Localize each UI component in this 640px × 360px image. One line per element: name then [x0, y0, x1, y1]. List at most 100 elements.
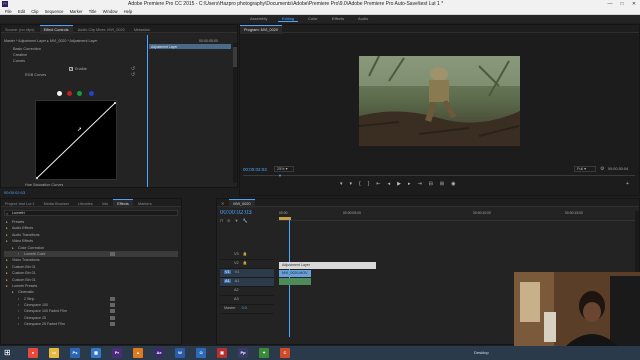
menu-clip[interactable]: Clip [31, 8, 38, 15]
workspace-assembly[interactable]: Assembly [246, 16, 271, 22]
workspace-color[interactable]: Color [304, 16, 322, 22]
tree-item[interactable]: ▪ Cinespace 25 Faded Film [4, 321, 178, 327]
master-volume[interactable]: 0.0 [242, 306, 247, 310]
curve-line[interactable] [36, 101, 116, 179]
taskbar-outlook-icon[interactable]: O [196, 348, 206, 358]
clip-adjustment-layer[interactable]: Adjustment Layer [279, 262, 376, 269]
ec-clip-bar[interactable]: Adjustment Layer [149, 44, 231, 49]
lock-icon[interactable]: 🔒 [243, 261, 248, 265]
channel-red-dot[interactable] [67, 91, 72, 96]
track-v3[interactable]: V3 🔒 [220, 251, 274, 260]
menu-marker[interactable]: Marker [70, 8, 83, 15]
tab-project[interactable]: Project: test Lut 1 [1, 200, 39, 208]
ec-playhead[interactable] [147, 35, 148, 187]
tab-sequence[interactable]: MVI_0020 [229, 199, 255, 208]
start-windows-icon[interactable]: ⊞ [4, 348, 14, 358]
tab-markers[interactable]: Markers [134, 200, 156, 208]
taskbar-premiere-icon[interactable]: Pr [112, 348, 122, 358]
taskbar-vlc-icon[interactable]: ▲ [133, 348, 143, 358]
taskbar-explorer-icon[interactable]: ▭ [49, 348, 59, 358]
menu-title[interactable]: Title [89, 8, 97, 15]
tab-media-browser[interactable]: Media Browser [40, 200, 73, 208]
tab-metadata[interactable]: Metadata [130, 26, 154, 34]
timeline-timecode[interactable]: 00:00:02:03 [220, 210, 252, 216]
mark-in-icon[interactable]: ▾ [340, 181, 350, 187]
go-to-start-icon[interactable]: ⇤ [376, 181, 387, 187]
tab-source[interactable]: Source: (no clips) [1, 26, 39, 34]
workspace-editing[interactable]: Editing [278, 16, 299, 22]
taskbar-word-icon[interactable]: W [175, 348, 185, 358]
curves-graph[interactable] [35, 100, 117, 180]
close-button[interactable]: ✕ [628, 0, 640, 8]
desktop-label[interactable]: Desktop [474, 350, 489, 355]
menu-help[interactable]: Help [124, 8, 133, 15]
tree-item-label: Cinespace 100 [24, 303, 48, 308]
taskbar-app-red-icon[interactable]: ▣ [217, 348, 227, 358]
export-frame-icon[interactable]: ◉ [451, 181, 462, 187]
track-master[interactable]: Master 0.0 [220, 305, 274, 314]
clip-path[interactable]: Master * Adjustment Layer ▸ MVI_0020 * A… [4, 39, 98, 43]
program-scrubber[interactable] [243, 175, 635, 176]
menu-sequence[interactable]: Sequence [45, 8, 64, 15]
enable-checkbox[interactable]: ✓ [69, 67, 73, 71]
taskbar-app-green-icon[interactable]: ✦ [259, 348, 269, 358]
close-sequence-icon[interactable]: ✕ [217, 200, 228, 208]
row-curves[interactable]: Curves [13, 59, 25, 63]
taskbar-aftereffects-icon[interactable]: Ae [154, 348, 164, 358]
track-a1[interactable]: A1 A1 [220, 278, 274, 287]
hue-sat-curves-label[interactable]: Hue Saturation Curves [25, 183, 63, 187]
track-a3[interactable]: A3 [220, 296, 274, 305]
clip-audio[interactable] [279, 278, 311, 285]
taskbar-photoshop-icon[interactable]: Ps [70, 348, 80, 358]
clip-video[interactable]: MVI_0020.MOV [279, 270, 311, 277]
go-to-end-icon[interactable]: ⇥ [417, 181, 428, 187]
timeline-ruler[interactable]: 00:00 00:00:05:00 00:00:10:00 00:00:15:0… [277, 209, 639, 221]
workspace-effects[interactable]: Effects [328, 16, 348, 22]
taskbar-app-c-icon[interactable]: C [280, 348, 290, 358]
settings-wrench-icon[interactable]: ⚙ [600, 166, 604, 172]
track-a2[interactable]: A2 [220, 287, 274, 296]
lift-icon[interactable]: ⊟ [429, 181, 440, 187]
row-basic-correction[interactable]: Basic Correction [13, 47, 41, 51]
taskbar-chrome-icon[interactable]: ● [28, 348, 38, 358]
ec-current-time[interactable]: 00:00:02:03 [4, 190, 25, 195]
track-v2[interactable]: V2 🔒 [220, 260, 274, 269]
track-source-a1[interactable]: A1 [224, 279, 231, 283]
tab-audio-clip-mixer[interactable]: Audio Clip Mixer: MVI_0020 [74, 26, 129, 34]
lock-icon[interactable]: 🔒 [243, 252, 248, 256]
tab-effect-controls[interactable]: Effect Controls [39, 25, 73, 34]
channel-white-dot[interactable] [57, 91, 62, 96]
program-timecode[interactable]: 00:00:02:03 [243, 167, 267, 172]
track-a2-label: A2 [234, 288, 239, 292]
taskbar-app-blue-icon[interactable]: ▦ [91, 348, 101, 358]
taskbar-app-pp-icon[interactable]: Pp [238, 348, 248, 358]
go-to-in-icon[interactable]: { [359, 181, 368, 187]
quality-select[interactable]: Full ▾ [574, 166, 596, 172]
menu-file[interactable]: File [5, 8, 12, 15]
menu-edit[interactable]: Edit [18, 8, 25, 15]
reset-curves-icon[interactable]: ↺ [131, 72, 135, 78]
tab-libraries[interactable]: Libraries [74, 200, 97, 208]
tab-program[interactable]: Program: MVI_0020 [240, 25, 282, 34]
mark-out-icon[interactable]: ▾ [350, 181, 360, 187]
track-source-v1[interactable]: V1 [224, 270, 231, 274]
tab-effects[interactable]: Effects [113, 199, 133, 208]
program-playhead-icon[interactable]: ▼ [278, 173, 282, 178]
channel-green-dot[interactable] [77, 91, 82, 96]
minimize-button[interactable]: — [604, 0, 616, 8]
zoom-select[interactable]: 25% ▾ [274, 166, 294, 172]
row-creative[interactable]: Creative [13, 53, 27, 57]
ec-scrollbar[interactable] [233, 43, 237, 183]
add-button-icon[interactable]: + [626, 181, 629, 187]
track-v1[interactable]: V1 V1 [220, 269, 274, 278]
workspace-audio[interactable]: Audio [354, 16, 372, 22]
wrench-icon[interactable]: 🔧 [242, 218, 251, 223]
tab-info[interactable]: Info [98, 200, 112, 208]
step-back-icon[interactable]: ◂ [388, 181, 398, 187]
extract-icon[interactable]: ⊞ [440, 181, 451, 187]
effects-search-input[interactable]: ⌕ Lumetri [4, 210, 178, 216]
maximize-button[interactable]: □ [616, 0, 628, 8]
menu-window[interactable]: Window [103, 8, 118, 15]
play-icon[interactable]: ▶ [397, 181, 408, 187]
channel-blue-dot[interactable] [89, 91, 94, 96]
